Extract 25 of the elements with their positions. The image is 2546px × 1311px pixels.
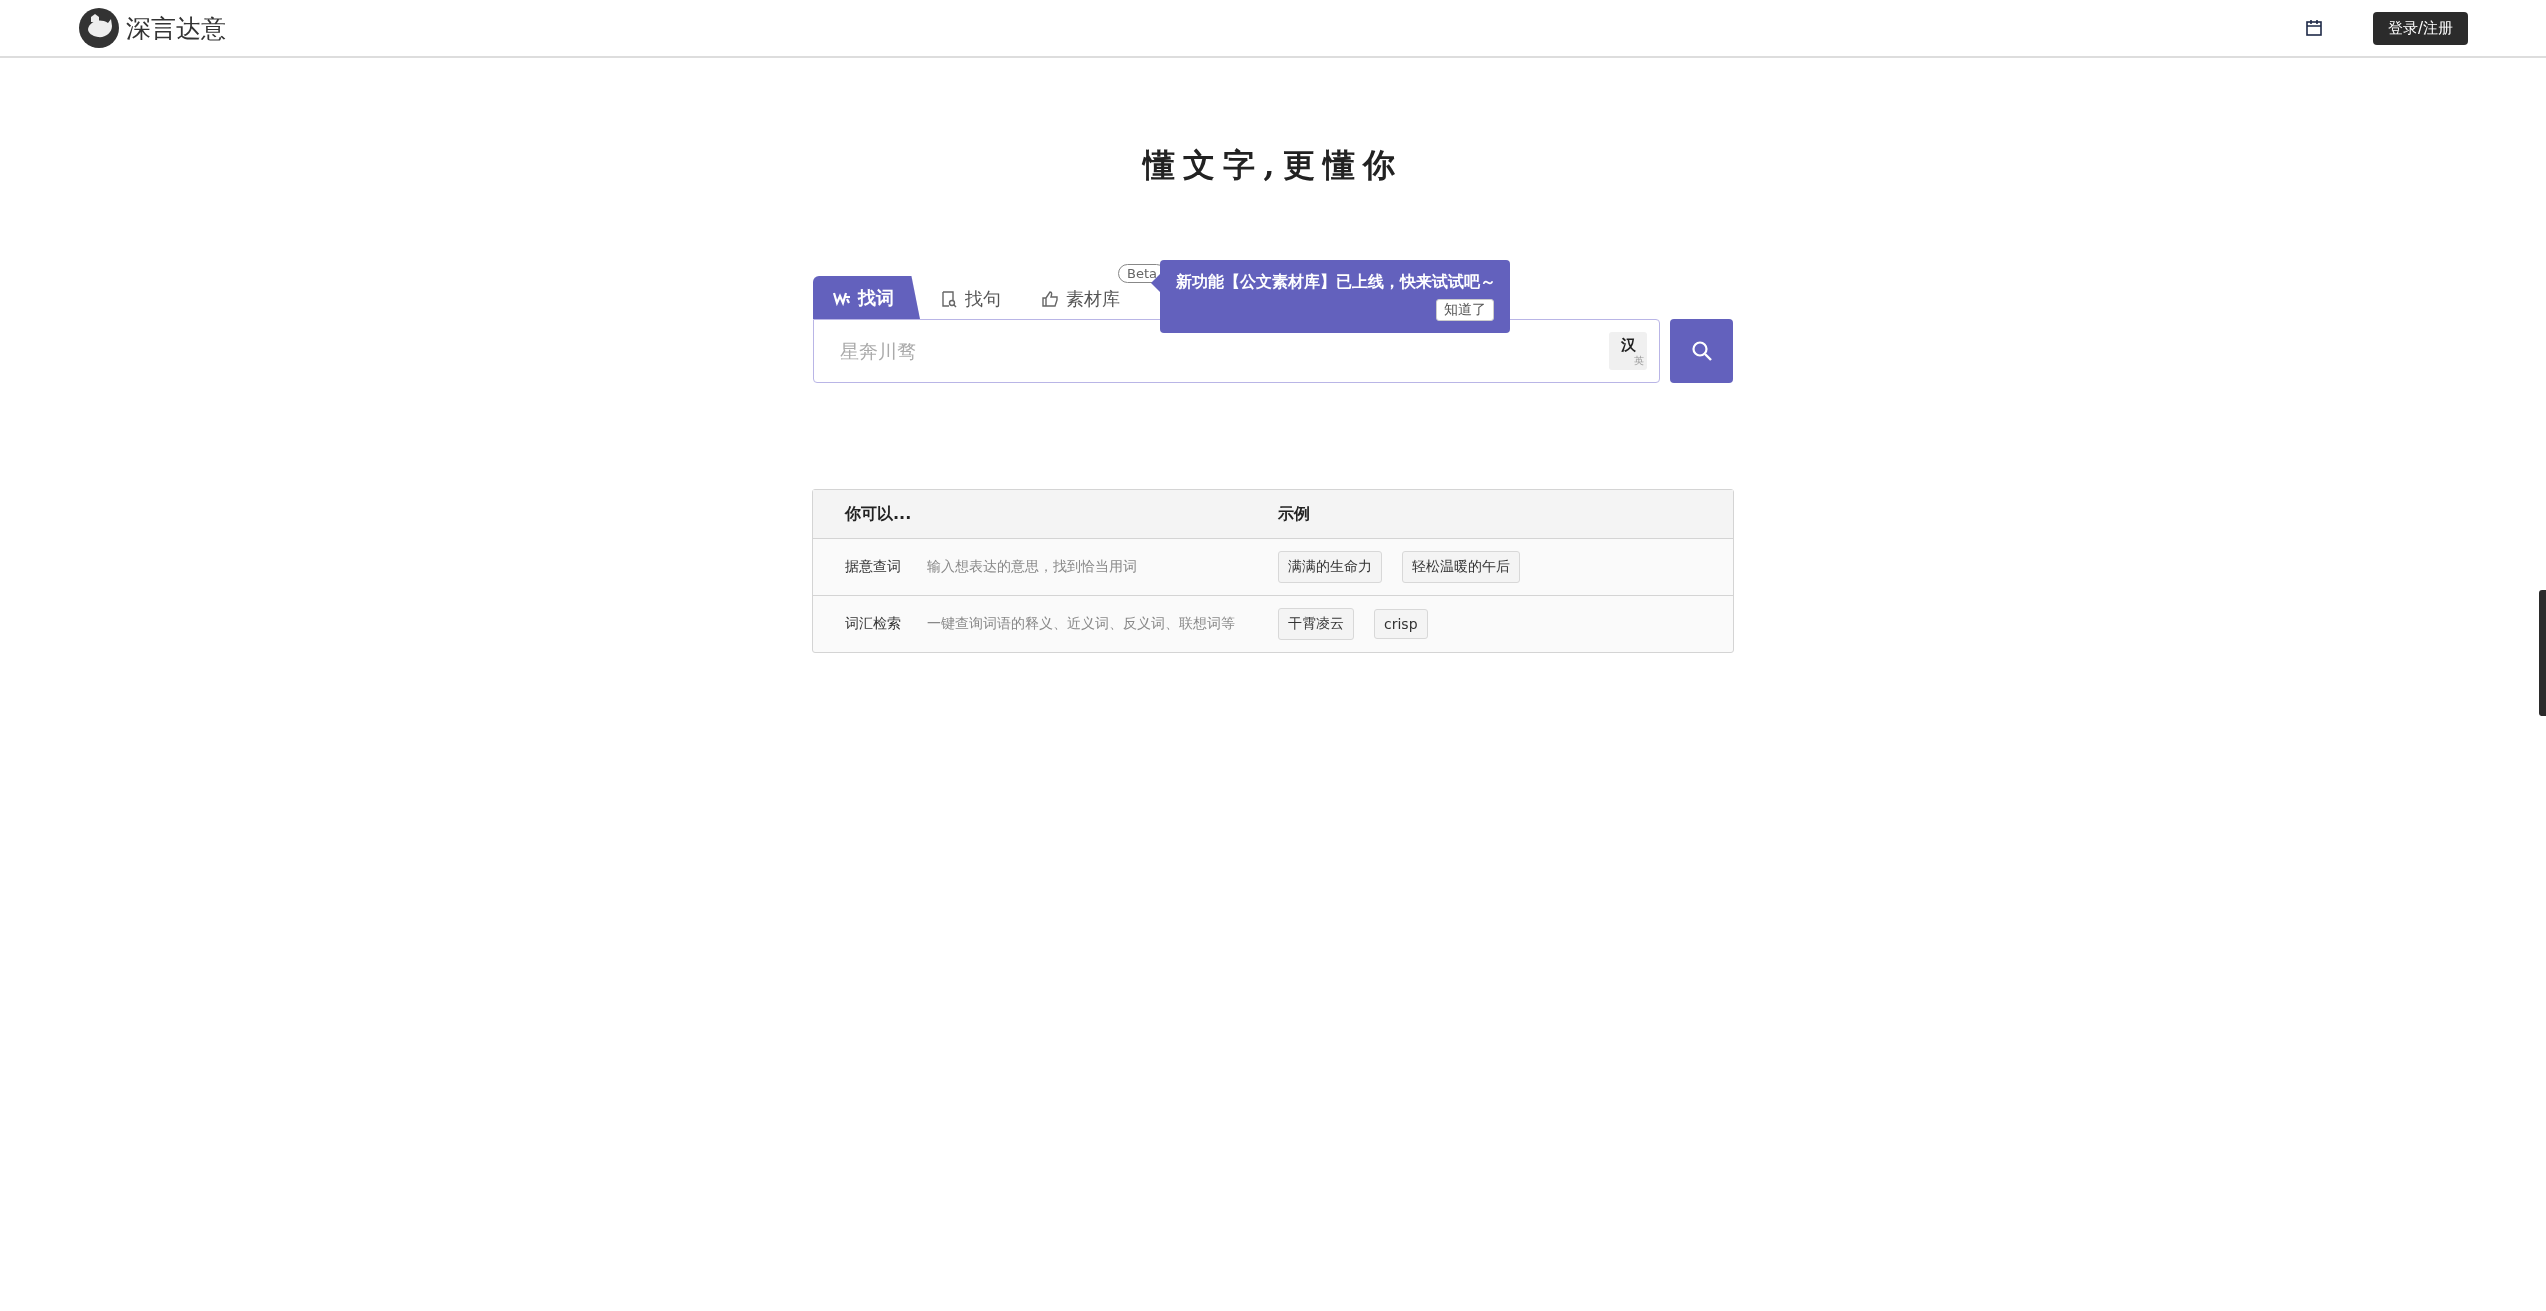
logo-icon[interactable]	[78, 7, 120, 49]
search-icon	[1689, 339, 1714, 363]
feature-name: 词汇检索	[845, 615, 901, 633]
example-chip[interactable]: crisp	[1374, 609, 1428, 639]
search-button[interactable]	[1670, 319, 1733, 383]
feature-description: 输入想表达的意思，找到恰当用词	[927, 558, 1137, 576]
language-toggle[interactable]: 汉 英	[1609, 332, 1647, 370]
example-chip[interactable]: 干霄凌云	[1278, 608, 1354, 640]
column-header: 你可以...	[845, 503, 912, 525]
example-chip[interactable]: 满满的生命力	[1278, 551, 1382, 583]
feature-name: 据意查词	[845, 558, 901, 576]
document-search-icon	[940, 290, 958, 308]
feature-description: 一键查询词语的释义、近义词、反义词、联想词等	[927, 615, 1235, 633]
calendar-icon[interactable]	[2304, 19, 2323, 37]
dismiss-button[interactable]: 知道了	[1436, 299, 1494, 321]
slogan: 懂文字,更懂你	[1141, 145, 1404, 186]
login-button[interactable]: 登录/注册	[2372, 11, 2468, 45]
search-field[interactable]: 星奔川骛 汉 英	[813, 319, 1660, 383]
example-chip[interactable]: 轻松温暖的午后	[1402, 551, 1520, 583]
logo-text[interactable]: 深言达意	[126, 11, 226, 45]
search-tab[interactable]: 找句	[920, 279, 1021, 319]
tooltip-message: 新功能【公文素材库】已上线，快来试试吧～	[1176, 272, 1496, 293]
thumb-icon	[1041, 290, 1059, 308]
search-tab[interactable]: 找词	[813, 276, 920, 319]
column-header: 示例	[1278, 503, 1310, 525]
